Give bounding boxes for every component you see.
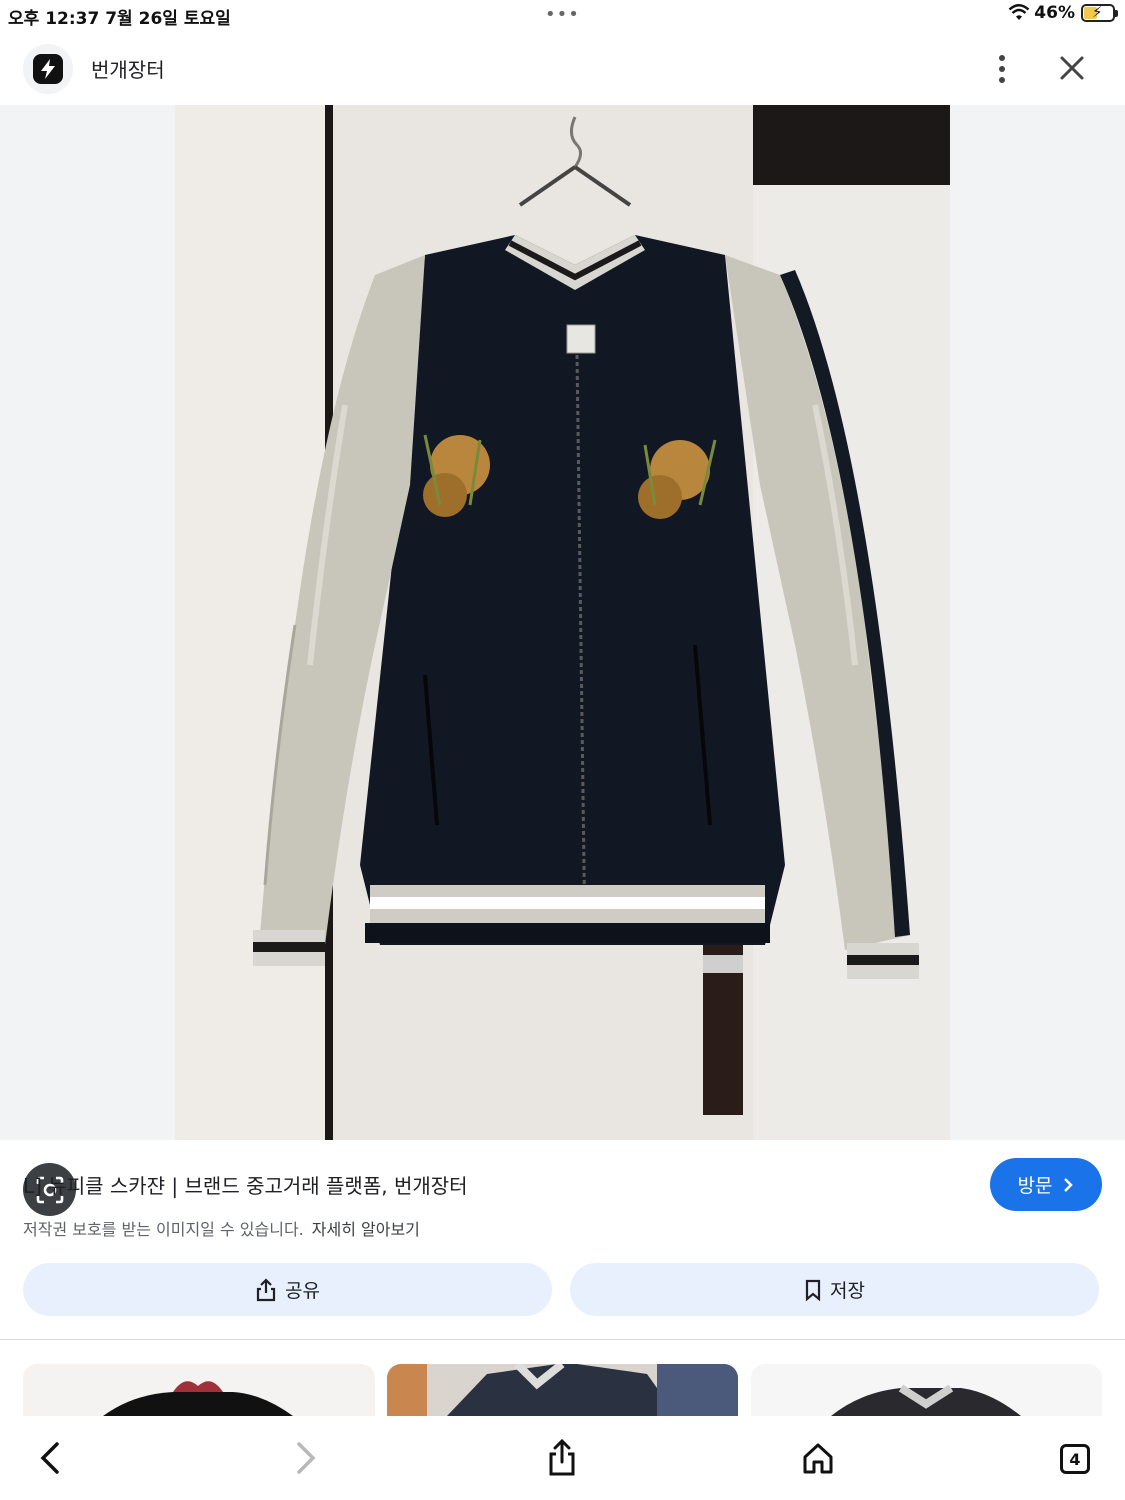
learn-more-link[interactable]: 자세히 알아보기 xyxy=(312,1220,420,1239)
share-icon xyxy=(256,1277,276,1301)
back-button[interactable] xyxy=(32,1438,68,1478)
more-options-icon[interactable] xyxy=(990,52,1014,86)
home-button[interactable] xyxy=(800,1438,836,1478)
chevron-right-icon xyxy=(297,1442,316,1474)
battery-icon: ⚡ xyxy=(1081,3,1118,22)
copyright-notice: 저작권 보호를 받는 이미지일 수 있습니다. 자세히 알아보기 xyxy=(23,1216,420,1240)
jacket-photo-illustration xyxy=(175,105,950,1140)
save-button[interactable]: 저장 xyxy=(570,1263,1099,1316)
chevron-right-icon xyxy=(1064,1177,1074,1192)
tabs-button[interactable]: 4 xyxy=(1060,1444,1090,1474)
related-image-2[interactable] xyxy=(387,1364,738,1416)
site-logo[interactable] xyxy=(23,44,73,94)
wifi-icon xyxy=(1008,4,1030,20)
product-photo[interactable] xyxy=(175,105,950,1140)
related-image-3[interactable] xyxy=(751,1364,1102,1416)
lightning-bolt-icon xyxy=(33,54,63,84)
related-image-1[interactable] xyxy=(23,1364,375,1416)
charging-bolt-icon: ⚡ xyxy=(1092,3,1103,21)
status-bar: 오후 12:37 7월 26일 토요일 ••• 46% ⚡ xyxy=(0,0,1125,30)
forward-button[interactable] xyxy=(288,1438,324,1478)
share-button[interactable]: 공유 xyxy=(23,1263,552,1316)
bookmark-icon xyxy=(805,1279,821,1301)
share-label: 공유 xyxy=(285,1280,320,1302)
close-icon[interactable] xyxy=(1056,52,1088,84)
section-divider xyxy=(0,1339,1125,1340)
save-label: 저장 xyxy=(830,1280,865,1302)
visit-label: 방문 xyxy=(1017,1175,1053,1197)
battery-percent: 46% xyxy=(1034,3,1075,23)
multitask-dots[interactable]: ••• xyxy=(545,4,580,25)
status-time: 오후 12:37 7월 26일 토요일 xyxy=(8,9,231,29)
image-viewer xyxy=(0,105,1125,1216)
copyright-text: 저작권 보호를 받는 이미지일 수 있습니다. xyxy=(23,1220,304,1239)
home-icon xyxy=(803,1443,833,1474)
status-indicators: 46% ⚡ xyxy=(1008,3,1118,23)
browser-toolbar: 4 xyxy=(0,1416,1125,1500)
share-page-button[interactable] xyxy=(544,1438,580,1478)
result-title[interactable]: L] 뉴피클 스카쟌 | 브랜드 중고거래 플랫폼, 번개장터 xyxy=(23,1170,468,1199)
site-name[interactable]: 번개장터 xyxy=(91,54,165,83)
share-icon xyxy=(549,1439,575,1476)
visit-button[interactable]: 방문 xyxy=(990,1158,1102,1211)
source-header: 번개장터 xyxy=(0,30,1125,104)
chevron-left-icon xyxy=(40,1442,59,1474)
